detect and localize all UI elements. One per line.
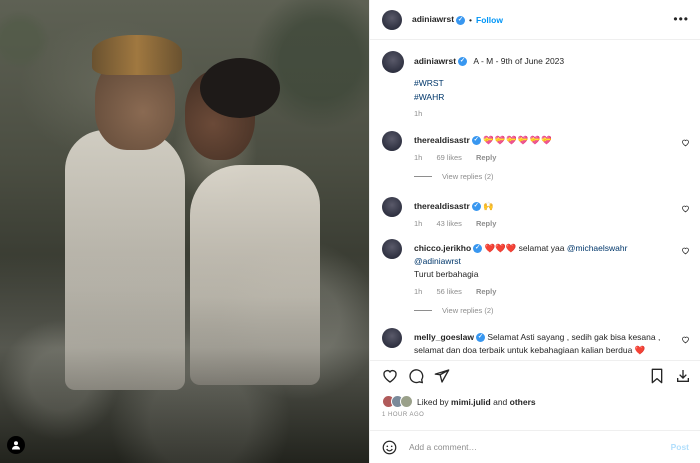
liked-by-row: Liked by mimi.julid and others [382, 395, 536, 408]
liker-avatars[interactable] [382, 395, 413, 408]
view-replies-label: View replies (2) [442, 172, 494, 181]
commenter-username[interactable]: therealdisastr ✓ [414, 135, 481, 146]
comment-time: 1h [414, 153, 423, 162]
comment-text: 🙌 [483, 201, 495, 211]
reply-button[interactable]: Reply [476, 153, 496, 162]
commenter-avatar[interactable] [382, 131, 402, 151]
author-avatar[interactable] [382, 9, 402, 30]
add-comment-bar: Post [370, 430, 700, 463]
commenter-username[interactable]: therealdisastr ✓ [414, 201, 481, 212]
post-details-panel: adiniawrst ✓ • Follow ••• adiniawrst ✓ A -… [369, 0, 700, 463]
save-bookmark-icon[interactable] [650, 368, 664, 384]
comment-time: 1h [414, 287, 423, 296]
commenter-username[interactable]: chicco.jerikho ✓ [414, 243, 483, 254]
comment-input[interactable] [409, 442, 671, 452]
liked-by-user[interactable]: mimi.julid [451, 397, 491, 407]
hashtag-link[interactable]: #WAHR [414, 90, 689, 104]
liked-by-prefix: Liked by [417, 396, 449, 407]
comment-likes[interactable]: 69 likes [436, 153, 461, 162]
comment-bubble-icon[interactable] [408, 368, 424, 384]
emoji-icon[interactable] [382, 440, 397, 455]
post-header: adiniawrst ✓ • Follow ••• [370, 0, 700, 40]
author-username[interactable]: adiniawrst ✓ [412, 14, 466, 25]
hashtag-link[interactable]: #WRST [414, 76, 689, 90]
photo-fog-overlay [0, 0, 369, 463]
separator-dot: • [469, 14, 473, 25]
post-photo[interactable] [0, 0, 369, 463]
replies-divider [414, 176, 432, 177]
liked-by-and: and [493, 396, 508, 407]
view-replies-button[interactable]: View replies (2) [414, 172, 494, 181]
comment-text-line2: Turut berbahagia [414, 269, 479, 279]
view-replies-button[interactable]: View replies (2) [414, 306, 494, 315]
tagged-user-icon[interactable] [7, 436, 25, 454]
comment-likes[interactable]: 56 likes [436, 287, 461, 296]
post-action-bar [370, 360, 700, 390]
replies-divider [414, 310, 432, 311]
comments-scroll-area[interactable]: adiniawrst ✓ A - M - 9th of June 2023 #WR… [370, 41, 700, 360]
comment-text: 💝💝💝💝💝💝 [483, 135, 553, 145]
post-comment-button[interactable]: Post [671, 442, 689, 452]
caption-time: 1h [414, 109, 423, 118]
download-icon[interactable] [675, 368, 691, 384]
commenter-avatar[interactable] [382, 197, 402, 217]
like-comment-heart-icon[interactable] [681, 138, 690, 147]
like-comment-heart-icon[interactable] [681, 335, 690, 344]
verified-badge-icon: ✓ [473, 244, 483, 254]
more-options-icon[interactable]: ••• [673, 12, 689, 26]
share-send-icon[interactable] [434, 368, 450, 384]
like-comment-heart-icon[interactable] [681, 204, 690, 213]
like-heart-icon[interactable] [382, 368, 398, 384]
verified-badge-icon: ✓ [471, 136, 481, 146]
reply-button[interactable]: Reply [476, 287, 496, 296]
verified-badge-icon: ✓ [458, 57, 468, 67]
mention-link[interactable]: @adiniawrst [414, 256, 461, 266]
caption-text: A - M - 9th of June 2023 [473, 56, 565, 66]
follow-button[interactable]: Follow [476, 15, 503, 25]
comment-text: ❤️❤️❤️ selamat yaa [484, 243, 567, 253]
view-replies-label: View replies (2) [442, 306, 494, 315]
commenter-username[interactable]: melly_goeslaw ✓ [414, 332, 486, 343]
liked-by-others[interactable]: others [510, 397, 536, 407]
mention-link[interactable]: @michaelswahr [567, 243, 628, 253]
verified-badge-icon: ✓ [471, 202, 481, 212]
verified-badge-icon: ✓ [456, 15, 466, 25]
comment-likes[interactable]: 43 likes [436, 219, 461, 228]
post-timestamp: 1 HOUR AGO [382, 412, 425, 418]
commenter-avatar[interactable] [382, 239, 402, 259]
comment-time: 1h [414, 219, 423, 228]
commenter-avatar[interactable] [382, 328, 402, 348]
caption-username[interactable]: adiniawrst ✓ [414, 56, 468, 67]
verified-badge-icon: ✓ [476, 333, 486, 343]
reply-button[interactable]: Reply [476, 219, 496, 228]
caption-author-avatar[interactable] [382, 51, 404, 73]
like-comment-heart-icon[interactable] [681, 246, 690, 255]
